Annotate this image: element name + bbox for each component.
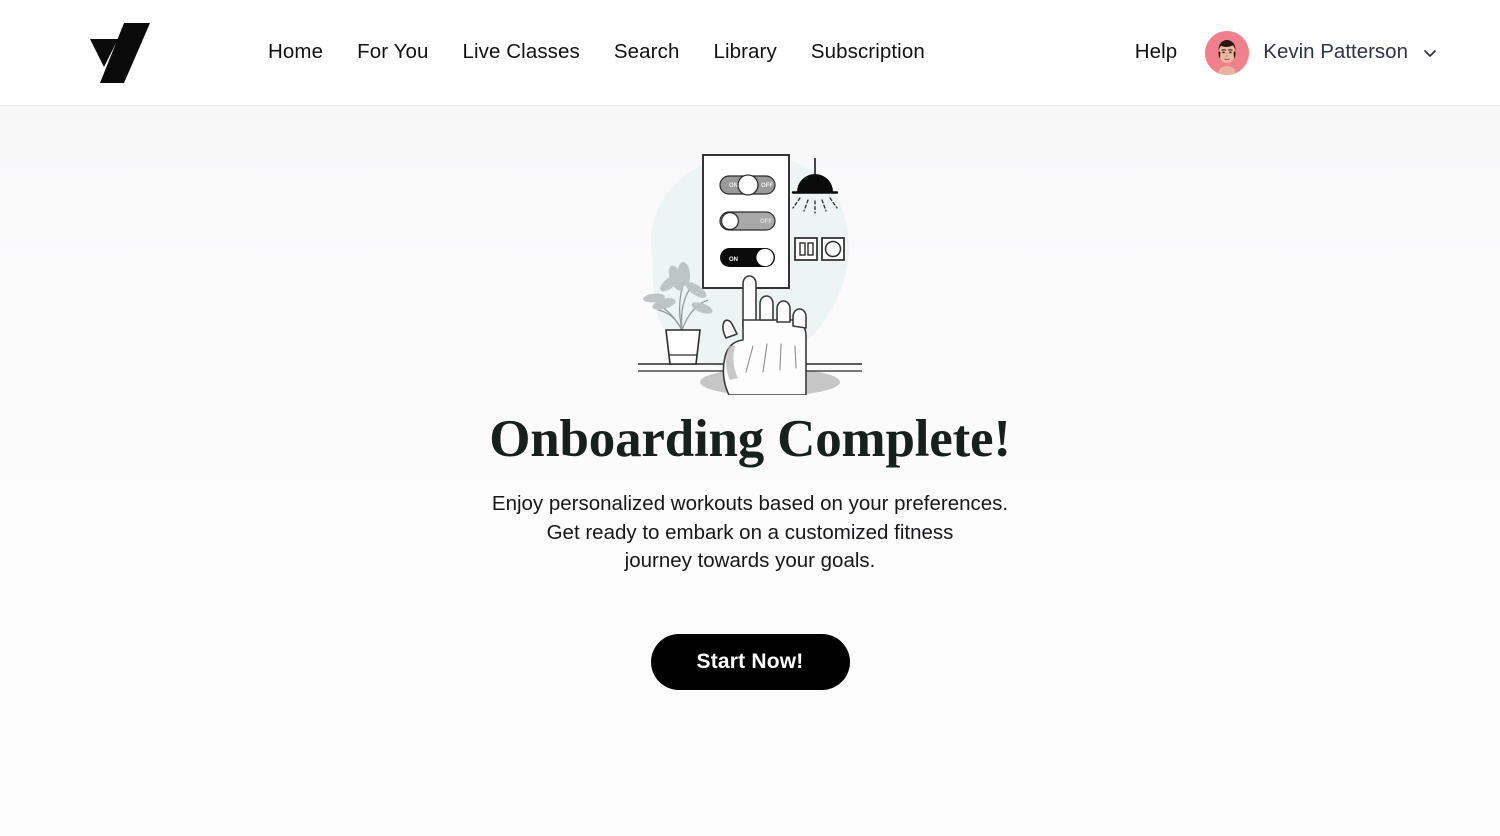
main-navigation: Home For You Live Classes Search Library… xyxy=(251,36,942,69)
start-now-button[interactable]: Start Now! xyxy=(650,633,850,690)
page-subtitle: Enjoy personalized workouts based on you… xyxy=(492,490,1008,576)
subtitle-line-3: journey towards your goals. xyxy=(624,549,876,573)
chevron-down-icon[interactable] xyxy=(1422,45,1438,61)
nav-item-subscription[interactable]: Subscription xyxy=(794,36,942,69)
user-name-label[interactable]: Kevin Patterson xyxy=(1263,42,1408,63)
subtitle-line-1: Enjoy personalized workouts based on you… xyxy=(491,492,1009,516)
page-title: Onboarding Complete! xyxy=(489,410,1011,468)
nav-item-search[interactable]: Search xyxy=(597,36,697,69)
help-link[interactable]: Help xyxy=(1135,42,1178,63)
nav-item-for-you[interactable]: For You xyxy=(340,36,445,69)
smart-switch-panel-illustration: ON OFF OFF ON xyxy=(630,150,870,396)
onboarding-complete-panel: ON OFF OFF ON Onboarding Complete! Enjoy… xyxy=(0,106,1500,836)
svg-text:ON: ON xyxy=(729,183,738,189)
svg-text:OFF: OFF xyxy=(761,183,773,189)
header-right-group: Help Kevin Patterson xyxy=(1135,30,1438,75)
svg-text:ON: ON xyxy=(729,257,738,263)
subtitle-line-2: Get ready to embark on a customized fitn… xyxy=(546,520,954,544)
nav-item-library[interactable]: Library xyxy=(696,36,793,69)
user-avatar[interactable] xyxy=(1205,30,1250,75)
svg-text:OFF: OFF xyxy=(760,219,772,225)
nav-item-home[interactable]: Home xyxy=(251,36,340,69)
nav-item-live-classes[interactable]: Live Classes xyxy=(445,36,596,69)
brand-checkmark-logo[interactable] xyxy=(88,21,154,85)
site-header: Home For You Live Classes Search Library… xyxy=(0,0,1500,106)
